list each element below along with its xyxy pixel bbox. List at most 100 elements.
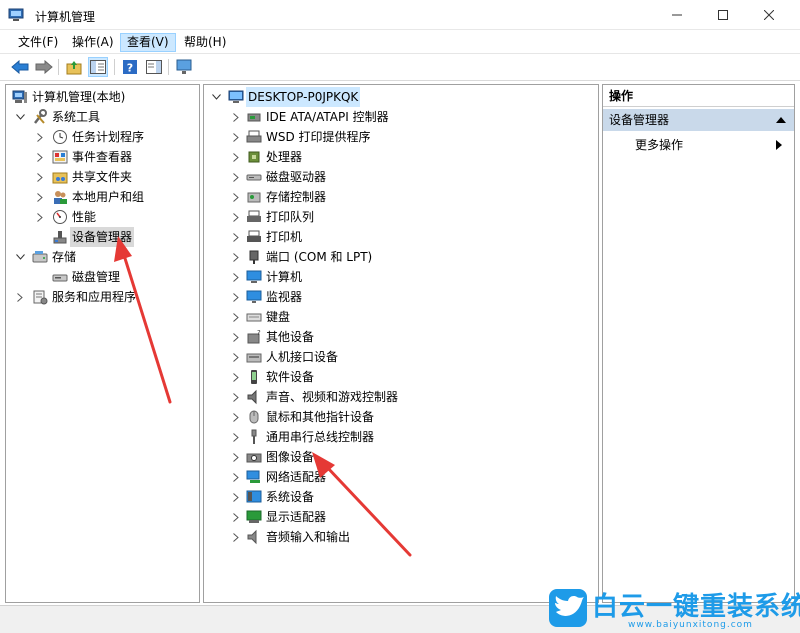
chevron-right-icon[interactable] xyxy=(230,267,242,287)
chevron-right-icon[interactable] xyxy=(230,227,242,247)
monitor-button[interactable] xyxy=(174,57,194,77)
chevron-right-icon[interactable] xyxy=(230,487,242,507)
device-category[interactable]: 图像设备 xyxy=(204,447,594,467)
chevron-right-icon[interactable] xyxy=(34,147,46,167)
properties-button[interactable] xyxy=(144,57,164,77)
chevron-right-icon[interactable] xyxy=(230,407,242,427)
device-category[interactable]: 声音、视频和游戏控制器 xyxy=(204,387,594,407)
tree-item-storage[interactable]: 存储 xyxy=(6,247,196,267)
chevron-right-icon[interactable] xyxy=(230,327,242,347)
chevron-right-icon[interactable] xyxy=(14,287,26,307)
computer-icon xyxy=(228,90,244,103)
chevron-right-icon[interactable] xyxy=(230,427,242,447)
chevron-down-icon[interactable] xyxy=(14,247,26,267)
back-button[interactable] xyxy=(10,57,30,77)
speaker-icon xyxy=(247,389,257,405)
device-category[interactable]: 计算机 xyxy=(204,267,594,287)
chevron-right-icon[interactable] xyxy=(230,287,242,307)
device-category[interactable]: 鼠标和其他指针设备 xyxy=(204,407,594,427)
monitor-icon xyxy=(176,59,192,74)
device-category[interactable]: 打印机 xyxy=(204,227,594,247)
device-category[interactable]: 软件设备 xyxy=(204,367,594,387)
chevron-right-icon[interactable] xyxy=(230,447,242,467)
device-category[interactable]: 键盘 xyxy=(204,307,594,327)
device-category[interactable]: 系统设备 xyxy=(204,487,594,507)
chevron-right-icon[interactable] xyxy=(34,167,46,187)
device-tree-root[interactable]: DESKTOP-P0JPKQK xyxy=(204,87,594,107)
device-category[interactable]: 处理器 xyxy=(204,147,594,167)
device-category[interactable]: 人机接口设备 xyxy=(204,347,594,367)
tree-item-event-viewer[interactable]: 事件查看器 xyxy=(6,147,196,167)
chevron-right-icon[interactable] xyxy=(34,207,46,227)
device-category[interactable]: 端口 (COM 和 LPT) xyxy=(204,247,594,267)
tree-item-device-manager[interactable]: 设备管理器 xyxy=(6,227,196,247)
tree-item-performance[interactable]: 性能 xyxy=(6,207,196,227)
tree-item-shared-folders[interactable]: 共享文件夹 xyxy=(6,167,196,187)
actions-section-device-manager[interactable]: 设备管理器 xyxy=(603,109,794,131)
tree-item-local-users[interactable]: 本地用户和组 xyxy=(6,187,196,207)
chevron-right-icon[interactable] xyxy=(230,107,242,127)
chevron-right-icon[interactable] xyxy=(230,507,242,527)
device-category[interactable]: 磁盘驱动器 xyxy=(204,167,594,187)
device-category[interactable]: WSD 打印提供程序 xyxy=(204,127,594,147)
mouse-icon xyxy=(249,410,259,424)
collapse-up-icon[interactable] xyxy=(776,117,786,123)
toolbar: ? xyxy=(0,54,800,81)
chevron-right-icon[interactable] xyxy=(230,207,242,227)
title-bar: 计算机管理 xyxy=(0,0,800,30)
tree-label-storage: 存储 xyxy=(52,250,77,264)
device-category[interactable]: ? 其他设备 xyxy=(204,327,594,347)
chevron-right-icon[interactable] xyxy=(230,367,242,387)
menu-action[interactable]: 操作(A) xyxy=(66,33,120,52)
menu-help[interactable]: 帮助(H) xyxy=(178,33,232,52)
minimize-icon xyxy=(672,14,682,16)
window-title: 计算机管理 xyxy=(35,10,96,24)
maximize-button[interactable] xyxy=(700,0,746,30)
menu-file[interactable]: 文件(F) xyxy=(12,33,64,52)
chevron-right-icon[interactable] xyxy=(230,167,242,187)
chevron-right-icon[interactable] xyxy=(230,527,242,547)
chevron-right-icon[interactable] xyxy=(230,127,242,147)
device-category[interactable]: 存储控制器 xyxy=(204,187,594,207)
tree-item-task-scheduler[interactable]: 任务计划程序 xyxy=(6,127,196,147)
chevron-right-icon[interactable] xyxy=(230,247,242,267)
tree-label-task-scheduler: 任务计划程序 xyxy=(72,130,145,144)
up-level-button[interactable] xyxy=(64,57,84,77)
chevron-right-icon[interactable] xyxy=(34,187,46,207)
tree-item-system-tools[interactable]: 系统工具 xyxy=(6,107,196,127)
help-button[interactable]: ? xyxy=(120,57,140,77)
chevron-right-icon[interactable] xyxy=(34,127,46,147)
device-category[interactable]: 监视器 xyxy=(204,287,594,307)
forward-button[interactable] xyxy=(34,57,54,77)
show-hide-tree-button[interactable] xyxy=(88,57,108,77)
computer-name: DESKTOP-P0JPKQK xyxy=(246,87,361,107)
more-actions-item[interactable]: 更多操作 xyxy=(603,135,794,155)
chevron-down-icon[interactable] xyxy=(14,107,26,127)
tree-item-disk-management[interactable]: 磁盘管理 xyxy=(6,267,196,287)
device-category[interactable]: 打印队列 xyxy=(204,207,594,227)
chevron-right-icon[interactable] xyxy=(230,147,242,167)
device-category[interactable]: 显示适配器 xyxy=(204,507,594,527)
minimize-button[interactable] xyxy=(654,0,700,30)
tree-label-services-apps: 服务和应用程序 xyxy=(52,290,137,304)
tree-item-root[interactable]: 计算机管理(本地) xyxy=(6,87,196,107)
device-category[interactable]: IDE ATA/ATAPI 控制器 xyxy=(204,107,594,127)
bird-logo-icon xyxy=(549,589,587,627)
chevron-right-icon[interactable] xyxy=(230,467,242,487)
back-arrow-icon xyxy=(11,60,29,74)
chevron-right-icon[interactable] xyxy=(230,187,242,207)
processor-icon xyxy=(248,151,260,163)
tree-item-services-apps[interactable]: 服务和应用程序 xyxy=(6,287,196,307)
chevron-right-icon[interactable] xyxy=(230,307,242,327)
chevron-down-icon[interactable] xyxy=(210,87,222,107)
close-button[interactable] xyxy=(746,0,792,30)
device-category[interactable]: 音频输入和输出 xyxy=(204,527,594,547)
device-category[interactable]: 网络适配器 xyxy=(204,467,594,487)
chevron-right-icon[interactable] xyxy=(230,387,242,407)
menu-view[interactable]: 查看(V) xyxy=(120,33,176,52)
tree-label-disk-management: 磁盘管理 xyxy=(72,270,121,284)
tools-icon xyxy=(34,109,47,124)
chevron-right-icon[interactable] xyxy=(230,347,242,367)
device-category[interactable]: 通用串行总线控制器 xyxy=(204,427,594,447)
device-category-label: 键盘 xyxy=(266,310,291,324)
